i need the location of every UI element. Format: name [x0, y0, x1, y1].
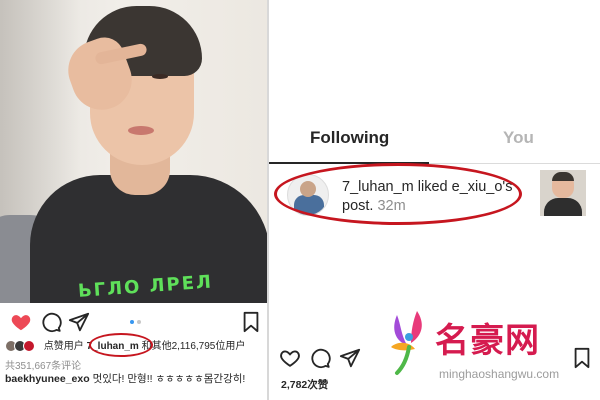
share-icon[interactable]: [68, 311, 90, 333]
carousel-dot-active: [130, 320, 134, 324]
likes-count[interactable]: 2,782次赞: [281, 377, 328, 392]
watermark-title: 名豪网: [435, 321, 540, 361]
watermark-url: minghaoshangwu.com: [439, 367, 560, 381]
tab-divider-line: [429, 163, 600, 164]
bookmark-icon[interactable]: [240, 311, 262, 333]
photo-eye-right: [152, 74, 168, 79]
post-photo[interactable]: ЬГЛО ЛРЕЛ: [0, 0, 267, 303]
activity-tabs: Following You: [269, 118, 600, 164]
liker-avatars: [5, 340, 41, 353]
tab-following[interactable]: Following: [310, 128, 389, 148]
avatar: [23, 340, 35, 353]
comment-item: baekhyunee_exo 멋있다! 만형!! ㅎㅎㅎㅎㅎ몸간강히!: [5, 372, 263, 386]
thumb-body: [544, 198, 582, 216]
photo-lips: [128, 126, 154, 135]
heart-icon[interactable]: [10, 311, 32, 333]
comment-icon[interactable]: [40, 311, 62, 333]
view-comments-link[interactable]: 共351,667条评论: [5, 357, 81, 372]
left-post-panel: ЬГЛО ЛРЕЛ 点赞用户 7_luhan_m 和其他2,116,795位用户…: [0, 0, 267, 400]
likes-prefix: 点赞用户: [43, 341, 84, 352]
post-thumbnail[interactable]: [540, 170, 586, 216]
comment-text: 멋있다! 만형!! ㅎㅎㅎㅎㅎ몸간강히!: [92, 373, 246, 385]
tab-you[interactable]: You: [503, 128, 534, 148]
highlight-circle-large: [274, 163, 522, 225]
likes-suffix: 和其他2,116,795位用户: [141, 341, 246, 352]
watermark-logo-icon: [391, 311, 422, 375]
heart-icon[interactable]: [279, 347, 301, 369]
comment-username[interactable]: baekhyunee_exo: [5, 373, 90, 385]
carousel-dot: [137, 320, 141, 324]
carousel-dots: [130, 320, 141, 324]
thumb-hair: [552, 172, 574, 181]
site-watermark: 名豪网 minghaoshangwu.com: [387, 305, 592, 390]
comment-icon[interactable]: [309, 347, 331, 369]
share-icon[interactable]: [339, 347, 361, 369]
highlight-circle-small: [89, 333, 153, 357]
